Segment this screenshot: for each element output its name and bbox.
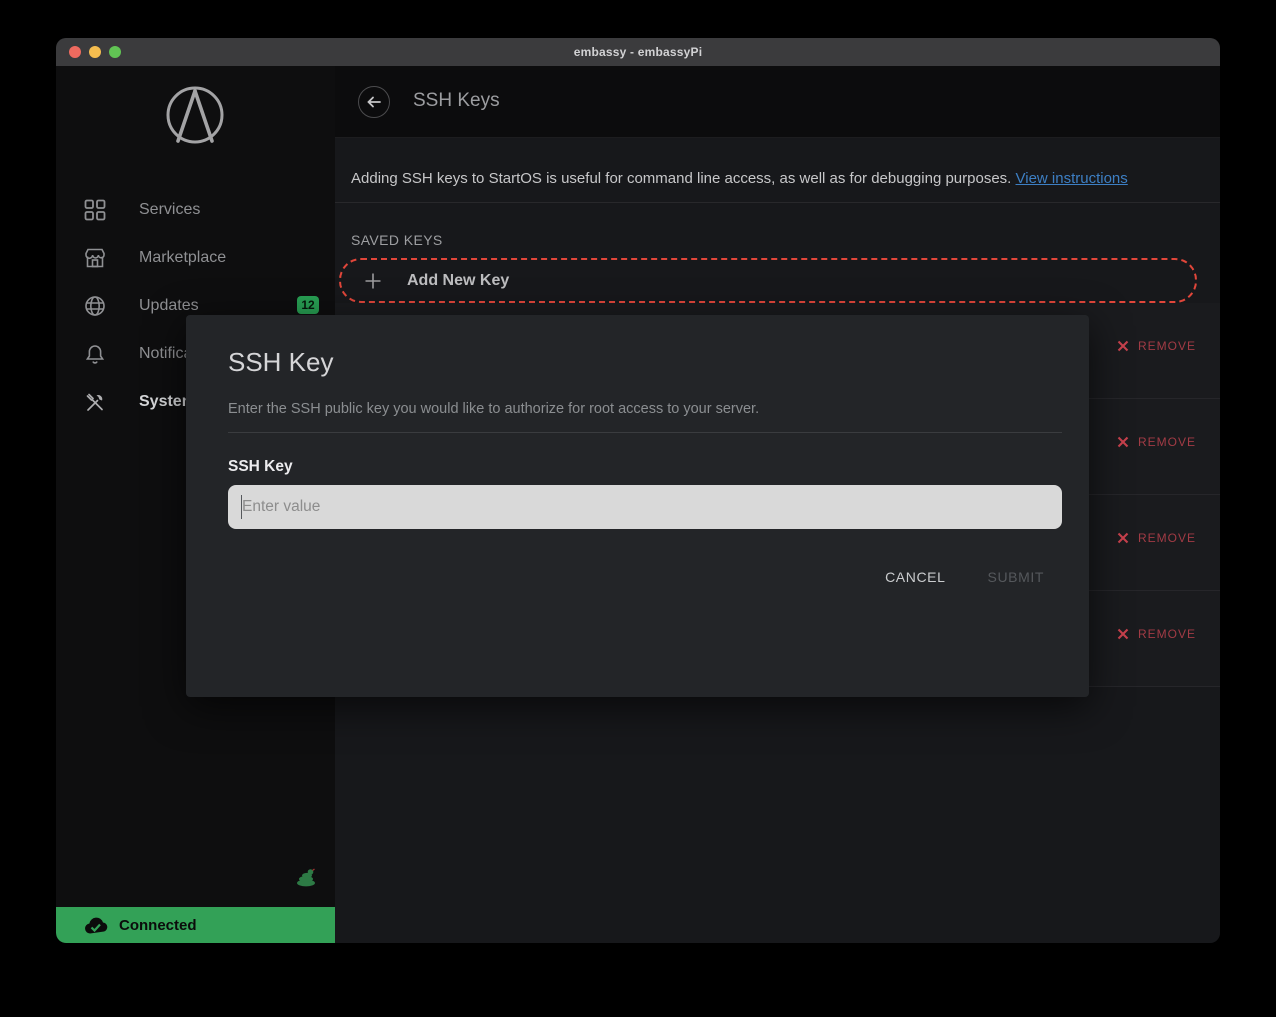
remove-key-button[interactable]: REMOVE [1117,339,1196,353]
window-titlebar: embassy - embassyPi [56,38,1220,66]
x-icon [1117,628,1129,640]
x-icon [1117,340,1129,352]
page-title: SSH Keys [413,90,500,112]
back-button[interactable] [358,86,390,118]
tools-icon [83,390,107,414]
sidebar-item-services[interactable]: Services [56,186,335,234]
modal-actions: CANCEL SUBMIT [883,563,1046,591]
divider [228,432,1062,433]
cloud-check-icon [83,916,110,935]
remove-label: REMOVE [1138,627,1196,641]
desktop-background: embassy - embassyPi [0,0,1276,1017]
snake-icon [295,866,319,888]
add-new-key-button[interactable]: Add New Key [339,258,1197,303]
remove-key-button[interactable]: REMOVE [1117,627,1196,641]
close-window-button[interactable] [69,46,81,58]
submit-button[interactable]: SUBMIT [986,563,1047,591]
x-icon [1117,436,1129,448]
connection-status-bar: Connected [56,907,335,943]
view-instructions-link[interactable]: View instructions [1016,170,1128,187]
updates-count-badge: 12 [297,296,319,314]
plus-icon [363,271,383,291]
bell-icon [83,342,107,366]
globe-icon [83,294,107,318]
sidebar-item-label: Services [139,201,200,219]
remove-label: REMOVE [1138,339,1196,353]
cancel-button[interactable]: CANCEL [883,563,947,591]
grid-icon [83,198,107,222]
ssh-key-modal: SSH Key Enter the SSH public key you wou… [186,315,1089,697]
modal-title: SSH Key [228,347,334,378]
saved-keys-heading: SAVED KEYS [351,232,443,248]
page-header: SSH Keys [335,66,1220,138]
ssh-key-input[interactable] [228,485,1062,529]
start9-logo-icon [162,82,228,148]
remove-key-button[interactable]: REMOVE [1117,531,1196,545]
divider [335,202,1220,203]
app-window: embassy - embassyPi [56,38,1220,943]
modal-description: Enter the SSH public key you would like … [228,401,759,417]
text-caret [241,495,242,519]
connection-status-label: Connected [119,917,197,934]
sidebar-item-label: Updates [139,297,199,315]
remove-label: REMOVE [1138,435,1196,449]
ssh-key-field-wrap [228,485,1062,529]
storefront-icon [83,246,107,270]
x-icon [1117,532,1129,544]
window-title: embassy - embassyPi [574,45,703,59]
intro-description: Adding SSH keys to StartOS is useful for… [351,170,1016,187]
sidebar-item-label: Marketplace [139,249,226,267]
zoom-window-button[interactable] [109,46,121,58]
traffic-lights [69,46,121,58]
sidebar-item-marketplace[interactable]: Marketplace [56,234,335,282]
add-new-key-label: Add New Key [407,272,509,290]
back-arrow-icon [364,93,384,111]
intro-text: Adding SSH keys to StartOS is useful for… [351,168,1204,189]
remove-key-button[interactable]: REMOVE [1117,435,1196,449]
remove-label: REMOVE [1138,531,1196,545]
minimize-window-button[interactable] [89,46,101,58]
ssh-key-field-label: SSH Key [228,458,293,476]
